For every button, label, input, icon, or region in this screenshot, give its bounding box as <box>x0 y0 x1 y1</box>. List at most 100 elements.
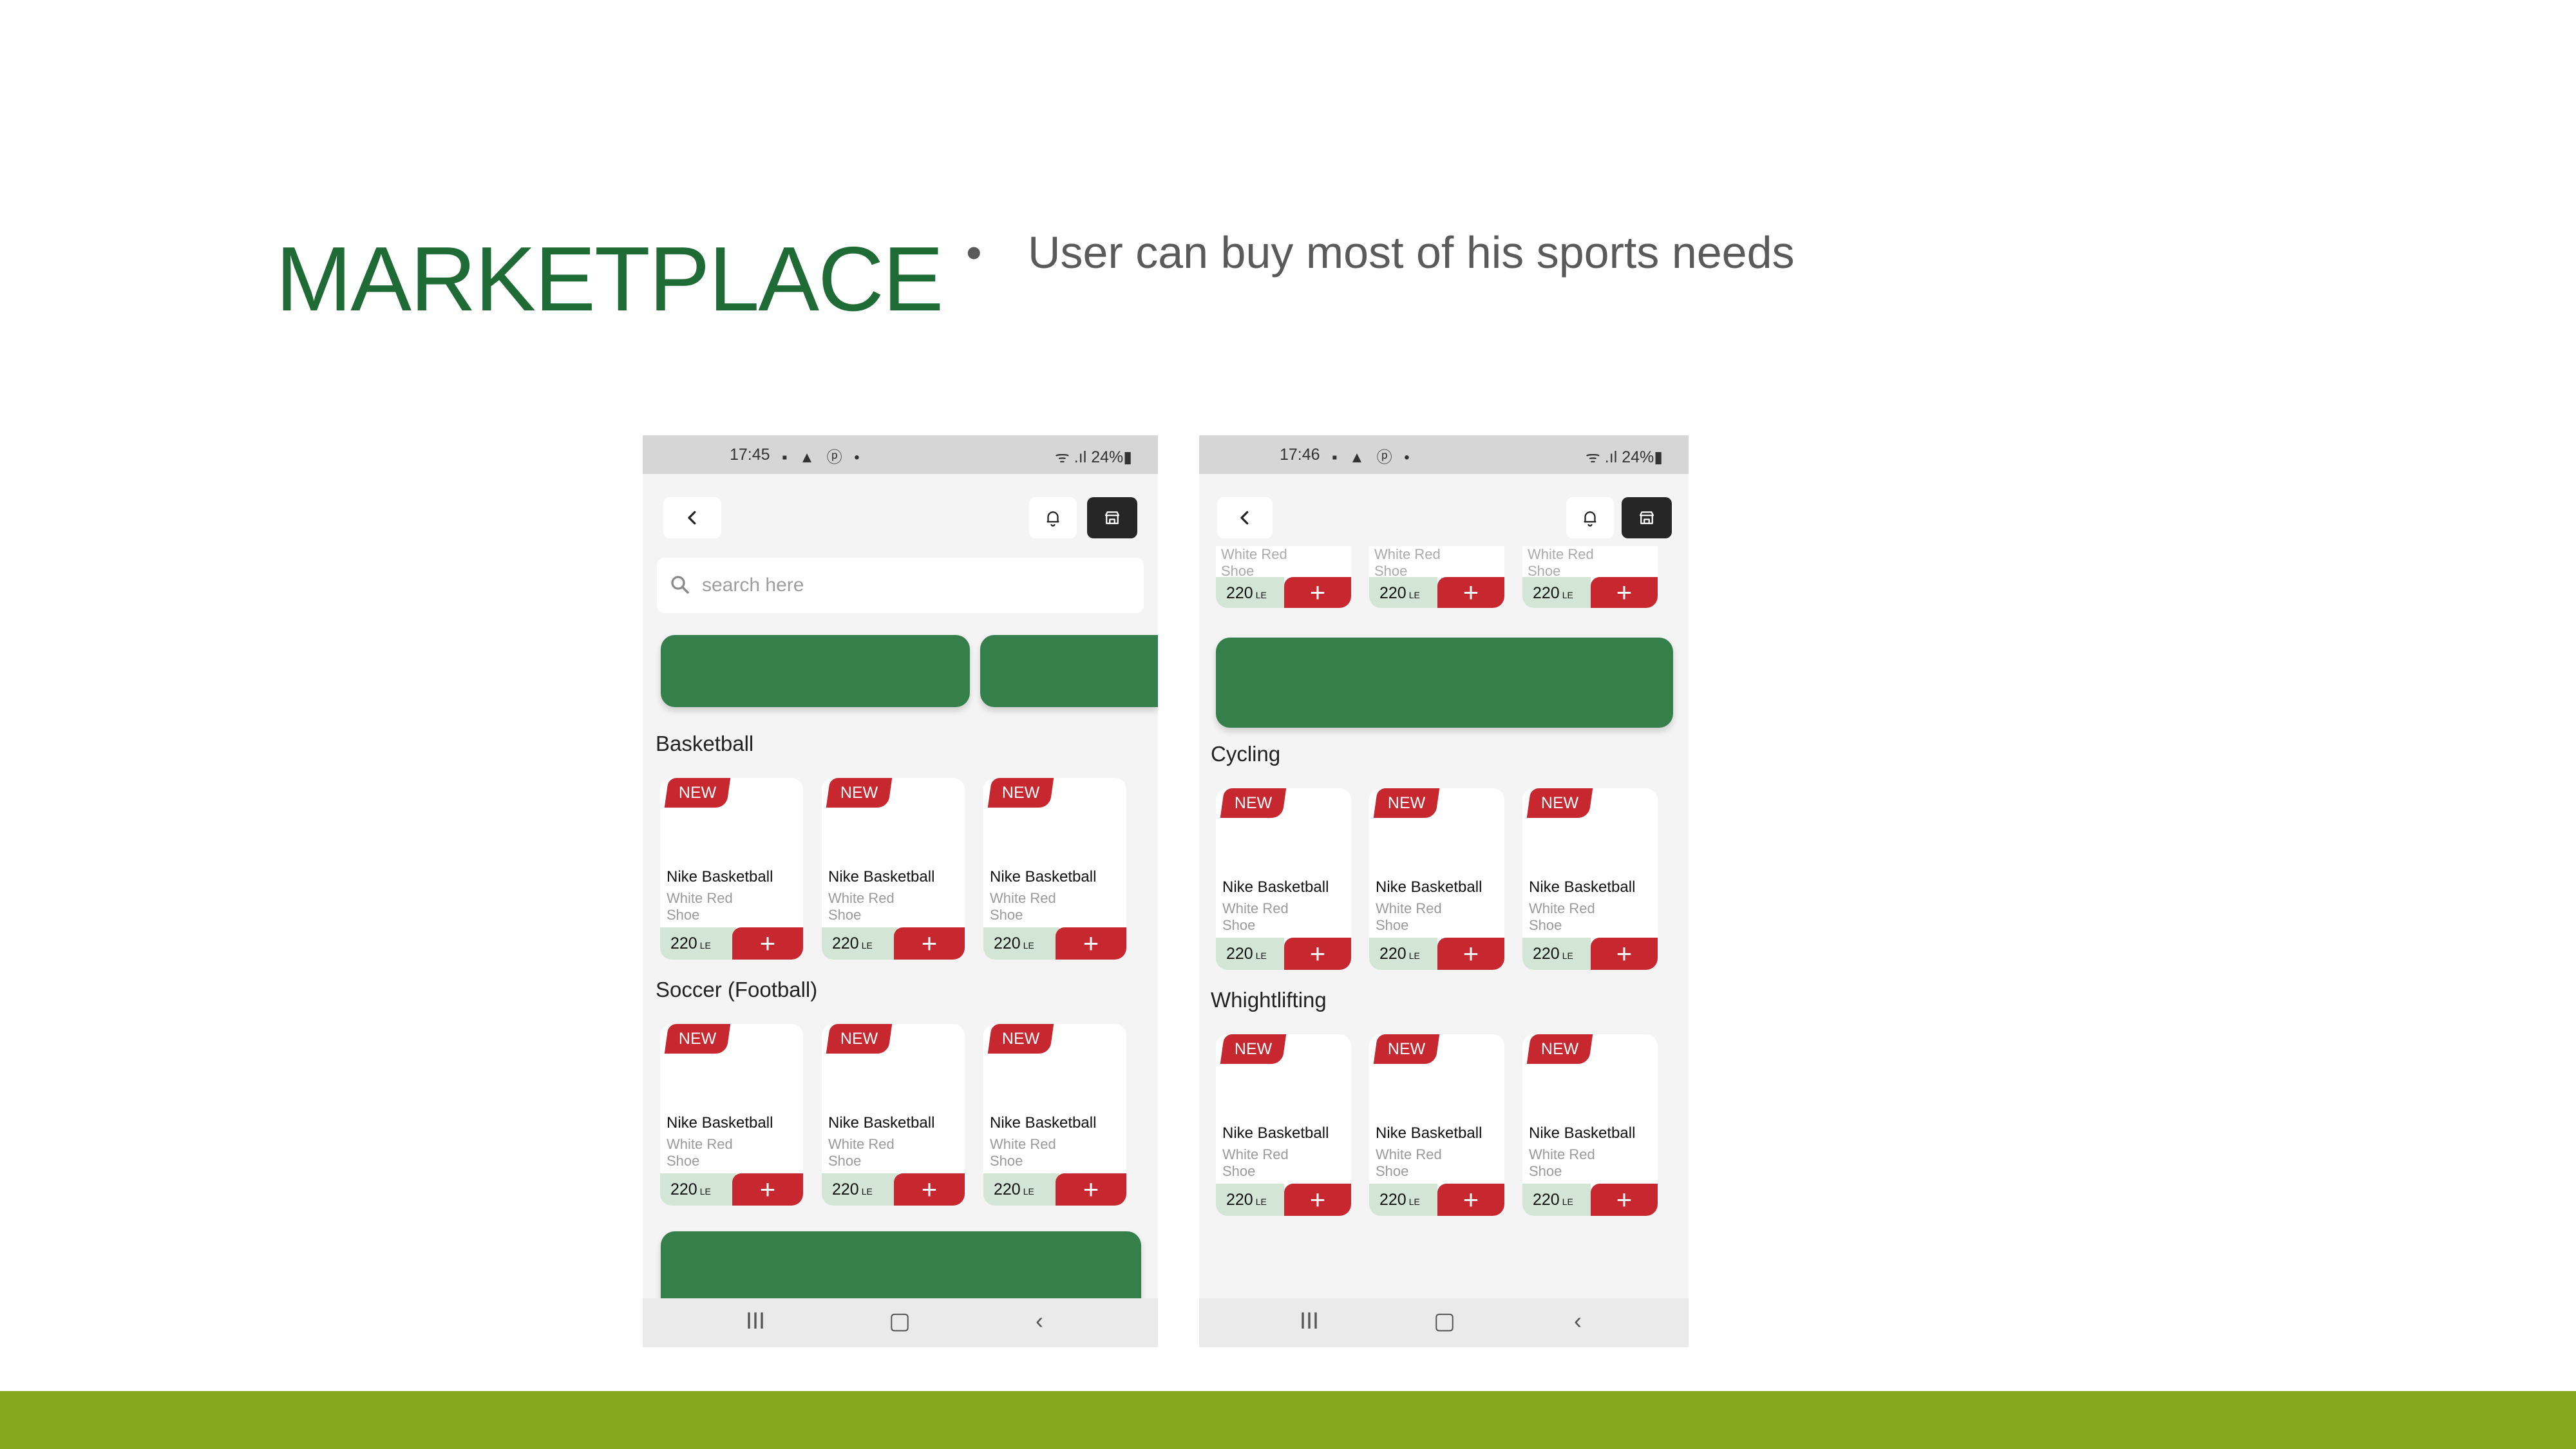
price: 220 LE <box>994 934 1034 952</box>
add-to-cart-button[interactable]: + <box>1284 1184 1351 1216</box>
product-card-partial[interactable]: White Red Shoe 220 LE + <box>1216 546 1351 608</box>
add-to-cart-button[interactable]: + <box>1591 1184 1658 1216</box>
product-card[interactable]: NEW Nike Basketball White Red Shoe 220 LE… <box>822 778 965 960</box>
system-back-button[interactable]: ‹ <box>1036 1307 1043 1334</box>
promo-banner-bottom[interactable] <box>661 1231 1141 1309</box>
price: 220 LE <box>832 1180 873 1198</box>
promo-banner[interactable] <box>1216 638 1673 728</box>
price: 220 LE <box>832 934 873 952</box>
search-input[interactable]: search here <box>657 558 1144 613</box>
product-card[interactable]: NEW Nike Basketball White Red Shoe 220 LE… <box>1216 1034 1351 1216</box>
price: 220 LE <box>670 934 711 952</box>
notification-icons: ▪ ▲ ⓟ • <box>782 449 864 466</box>
section-title-weightlifting: Whightlifting <box>1211 988 1327 1012</box>
product-card[interactable]: NEW Nike Basketball White Red Shoe 220 LE… <box>660 1024 803 1206</box>
recents-button[interactable]: III <box>746 1307 765 1334</box>
product-name: Nike Basketball <box>667 868 773 886</box>
chevron-left-icon <box>688 511 696 525</box>
new-badge: NEW <box>1220 788 1287 818</box>
recents-button[interactable]: III <box>1300 1307 1319 1334</box>
product-card[interactable]: NEW Nike Basketball White Red Shoe 220 LE… <box>983 778 1126 960</box>
battery-signal-status: ᯤ .ıl 24%▮ <box>1055 448 1132 466</box>
back-button[interactable] <box>1217 497 1273 538</box>
price: 220 LE <box>1379 1191 1420 1209</box>
add-to-cart-button[interactable]: + <box>1437 938 1504 970</box>
new-badge: NEW <box>1526 788 1593 818</box>
new-badge: NEW <box>1220 1034 1287 1064</box>
status-time: 17:46 <box>1280 446 1320 464</box>
product-card-partial[interactable]: White Red Shoe 220 LE + <box>1522 546 1658 608</box>
price-box: 220 LE <box>1522 1184 1591 1216</box>
product-desc: White Red Shoe <box>667 1136 733 1169</box>
price: 220 LE <box>1226 945 1267 963</box>
product-name: Nike Basketball <box>828 1114 935 1132</box>
store-button[interactable] <box>1622 497 1672 538</box>
price: 220 LE <box>1226 584 1267 602</box>
add-to-cart-button[interactable]: + <box>1437 1184 1504 1216</box>
search-placeholder: search here <box>702 574 804 596</box>
notifications-button[interactable] <box>1029 497 1077 538</box>
home-button[interactable]: ▢ <box>1434 1307 1455 1334</box>
add-to-cart-button[interactable]: + <box>1056 1173 1126 1206</box>
add-to-cart-button[interactable]: + <box>894 1173 965 1206</box>
product-card[interactable]: NEW Nike Basketball White Red Shoe 220 LE… <box>1369 788 1504 970</box>
promo-banner[interactable] <box>661 635 970 707</box>
new-badge: NEW <box>826 778 893 808</box>
bullet-dot: • <box>966 227 982 278</box>
price-box: 220 LE <box>1369 577 1437 608</box>
store-icon <box>1104 511 1120 524</box>
new-badge: NEW <box>987 1024 1054 1054</box>
product-card[interactable]: NEW Nike Basketball White Red Shoe 220 LE… <box>1369 1034 1504 1216</box>
price-box: 220 LE <box>1522 938 1591 970</box>
product-name: Nike Basketball <box>990 1114 1097 1132</box>
back-button[interactable] <box>663 497 721 538</box>
home-button[interactable]: ▢ <box>889 1307 911 1334</box>
price: 220 LE <box>1226 1191 1267 1209</box>
product-desc: White Red Shoe <box>1374 546 1441 579</box>
price-box: 220 LE <box>983 927 1059 960</box>
battery-signal-status: ᯤ .ıl 24%▮ <box>1586 448 1663 466</box>
add-to-cart-button[interactable]: + <box>732 1173 803 1206</box>
product-card[interactable]: NEW Nike Basketball White Red Shoe 220 LE… <box>1522 1034 1658 1216</box>
product-card[interactable]: NEW Nike Basketball White Red Shoe 220 LE… <box>983 1024 1126 1206</box>
price-box: 220 LE <box>660 927 736 960</box>
product-card[interactable]: NEW Nike Basketball White Red Shoe 220 LE… <box>660 778 803 960</box>
new-badge: NEW <box>664 778 731 808</box>
product-desc: White Red Shoe <box>1222 900 1289 933</box>
product-desc: White Red Shoe <box>1529 900 1595 933</box>
product-desc: White Red Shoe <box>990 1136 1056 1169</box>
add-to-cart-button[interactable]: + <box>894 927 965 960</box>
price-box: 220 LE <box>983 1173 1059 1206</box>
price: 220 LE <box>994 1180 1034 1198</box>
store-button[interactable] <box>1087 497 1137 538</box>
promo-banner-next[interactable] <box>980 635 1158 707</box>
product-card[interactable]: NEW Nike Basketball White Red Shoe 220 LE… <box>1522 788 1658 970</box>
add-to-cart-button[interactable]: + <box>1591 577 1658 608</box>
bell-icon <box>1584 511 1596 527</box>
add-to-cart-button[interactable]: + <box>1056 927 1126 960</box>
add-to-cart-button[interactable]: + <box>1284 577 1351 608</box>
product-card[interactable]: NEW Nike Basketball White Red Shoe 220 LE… <box>822 1024 965 1206</box>
notifications-button[interactable] <box>1566 497 1614 538</box>
chevron-left-icon <box>1240 511 1249 525</box>
add-to-cart-button[interactable]: + <box>1284 938 1351 970</box>
add-to-cart-button[interactable]: + <box>1591 938 1658 970</box>
product-card[interactable]: NEW Nike Basketball White Red Shoe 220 LE… <box>1216 788 1351 970</box>
add-to-cart-button[interactable]: + <box>1437 577 1504 608</box>
new-badge: NEW <box>826 1024 893 1054</box>
product-name: Nike Basketball <box>667 1114 773 1132</box>
bell-icon <box>1046 511 1059 527</box>
footer-accent-bar <box>0 1391 2576 1449</box>
price-box: 220 LE <box>1216 938 1284 970</box>
price: 220 LE <box>670 1180 711 1198</box>
add-to-cart-button[interactable]: + <box>732 927 803 960</box>
product-card-partial[interactable]: White Red Shoe 220 LE + <box>1369 546 1504 608</box>
system-back-button[interactable]: ‹ <box>1574 1307 1582 1334</box>
product-desc: White Red Shoe <box>667 890 733 923</box>
price-box: 220 LE <box>1216 1184 1284 1216</box>
notification-icons: ▪ ▲ ⓟ • <box>1332 449 1414 466</box>
product-name: Nike Basketball <box>1222 1124 1329 1142</box>
product-desc: White Red Shoe <box>1529 1146 1595 1179</box>
price-box: 220 LE <box>1369 1184 1437 1216</box>
new-badge: NEW <box>1373 788 1440 818</box>
